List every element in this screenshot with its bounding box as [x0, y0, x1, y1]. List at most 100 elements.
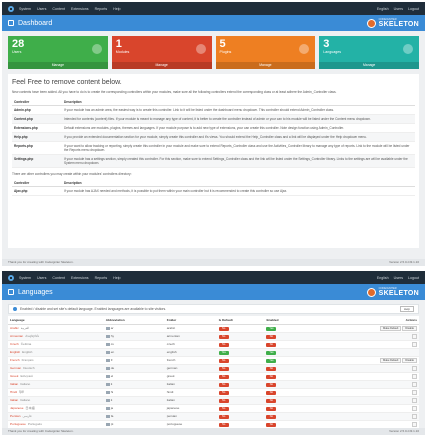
- actions-cell: [307, 388, 419, 397]
- language-name[interactable]: Hindi: [10, 390, 17, 394]
- controller-name: Extensions.php: [12, 123, 62, 134]
- language-name[interactable]: Arabic: [10, 326, 19, 330]
- language-cell: Italian Italiano: [8, 380, 104, 389]
- is-default-cell: No: [216, 332, 265, 341]
- enable-icon[interactable]: [412, 333, 417, 339]
- top-navbar: System Users Content Extensions Reports …: [2, 271, 425, 284]
- stat-label: Languages: [323, 50, 342, 54]
- language-name[interactable]: Armenian: [10, 334, 23, 338]
- brand-icon: [366, 287, 376, 297]
- make-default-button[interactable]: Make Default: [380, 358, 402, 363]
- nav-logout[interactable]: Logout: [408, 7, 419, 11]
- controllers-table: Controller Description Admin.php If your …: [12, 98, 415, 169]
- col-is-default: Is Default: [216, 316, 265, 325]
- stat-number: 5: [219, 38, 226, 50]
- manage-users-link[interactable]: Manage: [8, 62, 108, 69]
- is-default-cell: No: [216, 324, 265, 333]
- flag-icon: [105, 358, 110, 362]
- language-name[interactable]: Czech: [10, 342, 19, 346]
- language-name[interactable]: Italian: [10, 398, 18, 402]
- enable-icon[interactable]: [412, 341, 417, 347]
- manage-plugins-link[interactable]: Manage: [215, 62, 316, 69]
- controller-desc: Intended for contents (content) files. I…: [62, 114, 415, 125]
- nav-language[interactable]: English: [377, 7, 389, 11]
- nav-extensions[interactable]: Extensions: [71, 276, 89, 280]
- flag-icon: [105, 390, 110, 394]
- nav-content[interactable]: Content: [52, 276, 65, 280]
- folder-cell: arabic: [164, 324, 217, 333]
- enabled-badge: No: [266, 335, 277, 339]
- is-default-cell: No: [216, 388, 265, 397]
- dashboard-content: Feel Free to remove content below. New c…: [8, 74, 419, 248]
- language-native-name: Italiano: [20, 398, 31, 402]
- nav-content[interactable]: Content: [52, 7, 65, 11]
- other-controllers-text: There are other controllers you may crea…: [12, 172, 132, 177]
- controller-name: Settings.php: [12, 154, 62, 169]
- is-default-badge: No: [218, 343, 229, 347]
- enable-icon[interactable]: [412, 381, 417, 387]
- version-text: Version 2.5.0-CI3.1.10: [389, 429, 419, 433]
- enabled-cell: No: [264, 404, 308, 413]
- folder-cell: czech: [164, 340, 217, 349]
- enable-icon[interactable]: [412, 421, 417, 427]
- nav-users[interactable]: Users: [37, 7, 46, 11]
- language-row: Hindi हिंदी hi hindi No No: [8, 388, 419, 397]
- nav-user[interactable]: Users: [394, 276, 403, 280]
- table-row: Content.php Intended for contents (conten…: [12, 114, 415, 125]
- language-name[interactable]: English: [10, 350, 20, 354]
- stat-number: 3: [323, 38, 330, 50]
- enable-icon[interactable]: [412, 365, 417, 371]
- disable-button[interactable]: Disable: [402, 326, 417, 331]
- abbreviation-text: pt: [110, 422, 114, 426]
- nav-system[interactable]: System: [19, 7, 31, 11]
- nav-user[interactable]: Users: [394, 7, 403, 11]
- nav-extensions[interactable]: Extensions: [71, 7, 89, 11]
- language-name[interactable]: Italian: [10, 382, 18, 386]
- language-name[interactable]: Portuguese: [10, 422, 26, 426]
- enable-icon[interactable]: [412, 373, 417, 379]
- enabled-badge: No: [266, 383, 277, 387]
- make-default-button[interactable]: Make Default: [380, 326, 402, 331]
- nav-reports[interactable]: Reports: [95, 7, 108, 11]
- help-button[interactable]: Help: [399, 306, 414, 312]
- site-logo-icon[interactable]: [8, 5, 14, 12]
- language-name[interactable]: Japanese: [10, 406, 23, 410]
- flag-icon: [105, 382, 110, 386]
- nav-system[interactable]: System: [19, 276, 31, 280]
- abbreviation-text: cs: [110, 342, 114, 346]
- brand-big-text: SKELETON: [378, 21, 419, 28]
- enable-icon[interactable]: [412, 389, 417, 395]
- manage-languages-link[interactable]: Manage: [319, 62, 419, 69]
- folder-cell: italian: [164, 380, 217, 389]
- enable-icon[interactable]: [412, 397, 417, 403]
- language-row: German Deutsch de german No No: [8, 364, 419, 373]
- language-cell: English English: [8, 348, 104, 357]
- nav-help[interactable]: Help: [113, 7, 120, 11]
- enable-icon[interactable]: [412, 413, 417, 419]
- flag-icon: [105, 366, 110, 370]
- folder-cell: greek: [164, 372, 217, 381]
- enable-icon[interactable]: [412, 405, 417, 411]
- nav-menu: System Users Content Extensions Reports …: [19, 7, 121, 11]
- site-logo-icon[interactable]: [8, 274, 14, 281]
- language-cell: Greek Ελληνικά: [8, 372, 104, 381]
- nav-language[interactable]: English: [377, 276, 389, 280]
- language-name[interactable]: French: [10, 358, 20, 362]
- language-name[interactable]: Greek: [10, 374, 18, 378]
- nav-reports[interactable]: Reports: [95, 276, 108, 280]
- language-name[interactable]: German: [10, 366, 21, 370]
- language-native-name: العربية: [20, 326, 30, 330]
- table-row: Extensions.php Default extensions are mod…: [12, 123, 415, 134]
- other-controllers-table: Controller Description Ajax.php If your m…: [12, 179, 415, 197]
- manage-modules-link[interactable]: Manage: [111, 62, 212, 69]
- page-footer: Thank you for creating with Codeigniter …: [2, 259, 425, 266]
- nav-help[interactable]: Help: [113, 276, 120, 280]
- nav-logout[interactable]: Logout: [408, 276, 419, 280]
- enabled-cell: Yes: [264, 324, 308, 333]
- disable-button[interactable]: Disable: [402, 358, 417, 363]
- language-name[interactable]: Persian: [10, 414, 21, 418]
- nav-users[interactable]: Users: [37, 276, 46, 280]
- folder-cell: persian: [164, 412, 217, 421]
- controller-desc: If your want to allow tracking or report…: [62, 141, 415, 156]
- enabled-badge: Yes: [266, 327, 277, 331]
